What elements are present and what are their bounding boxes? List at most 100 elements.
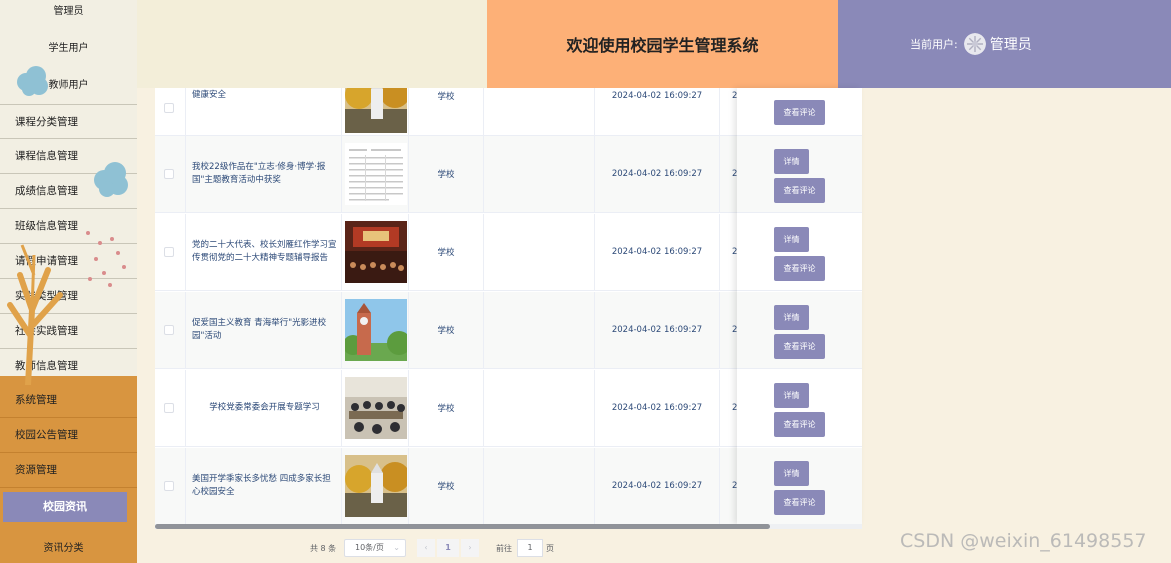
sidebar-item-grade-info[interactable]: 成绩信息管理 [0, 174, 137, 209]
sidebar-sub-admin[interactable]: 管理员 [0, 2, 137, 17]
news-category: 学校 [437, 170, 455, 180]
time-cell: 2024-04-02 16:09:27 [595, 214, 720, 290]
view-comments-button[interactable]: 查看评论 [774, 490, 825, 515]
clock-tower-photo-icon [345, 299, 407, 361]
pagination: 共 8 条 10条/页 ⌄ ‹ 1 › 前往 1 页 [155, 537, 862, 559]
view-comments-button[interactable]: 查看评论 [774, 334, 825, 359]
current-user-name[interactable]: 管理员 [990, 34, 1032, 54]
row-checkbox[interactable] [164, 247, 174, 257]
time-cell: 2024-04-02 16:09:27 [595, 292, 720, 368]
category-cell: 学校 [409, 448, 484, 524]
chevron-down-icon: ⌄ [393, 543, 400, 552]
title-cell: 美国开学季家长多忧愁 四成多家长担心校园安全 [186, 448, 342, 524]
sidebar-sub-campus-news[interactable]: 校园资讯 [3, 492, 127, 522]
sidebar-sub-news-category[interactable]: 资讯分类 [0, 539, 127, 554]
title-cell: 北京北华校园疫情防控 全力守护师生健康安全 [186, 88, 342, 135]
goto-label: 前往 [496, 544, 512, 553]
operation-cell: 查看评论 [737, 88, 862, 136]
image-cell [342, 292, 409, 368]
row-checkbox-cell [155, 136, 186, 212]
operation-cell: 详情 查看评论 [737, 292, 862, 369]
sidebar-item-class-info[interactable]: 班级信息管理 [0, 209, 137, 244]
row-checkbox-cell [155, 292, 186, 368]
time-cell: 2024-04-02 16:09:27 [595, 88, 720, 135]
csdn-watermark: CSDN @weixin_61498557 [900, 530, 1147, 552]
prev-page-button[interactable]: ‹ [417, 539, 435, 557]
news-time: 2024-04-02 16:09:27 [611, 247, 703, 257]
title-cell: 促爱国主义教育 青海举行"光影进校园"活动 [186, 292, 342, 368]
operation-cell: 详情 查看评论 [737, 448, 862, 524]
image-cell [342, 448, 409, 524]
news-time: 2024-04-02 16:09:27 [611, 91, 703, 101]
empty-cell [484, 370, 595, 446]
sidebar-item-teacher-info[interactable]: 教师信息管理 [0, 349, 137, 384]
detail-button[interactable]: 详情 [774, 461, 809, 486]
sidebar-item-social-practice[interactable]: 社会实践管理 [0, 314, 137, 349]
news-title: 北京北华校园疫情防控 全力守护师生健康安全 [192, 90, 227, 100]
sidebar-item-leave-request[interactable]: 请假申请管理 [0, 244, 137, 279]
image-cell [342, 136, 409, 212]
row-checkbox[interactable] [164, 102, 174, 113]
view-comments-button[interactable]: 查看评论 [774, 178, 825, 203]
news-title: 美国开学季家长多忧愁 四成多家长担心校园安全 [192, 474, 331, 497]
title-cell: 我校22级作品在"立志·修身·博学·报国"主题教育活动中获奖 [186, 136, 342, 212]
row-checkbox[interactable] [164, 481, 174, 491]
row-checkbox[interactable] [164, 403, 174, 413]
page-number-current[interactable]: 1 [437, 539, 459, 557]
view-comments-button[interactable]: 查看评论 [774, 412, 825, 437]
page-size-select[interactable]: 10条/页 ⌄ [344, 539, 406, 557]
news-title: 学校党委常委会开展专题学习 [209, 402, 320, 413]
time-cell: 2024-04-02 16:09:27 [595, 136, 720, 212]
title-cell: 党的二十大代表、校长刘雁红作学习宣传贯彻党的二十大精神专题辅导报告 [186, 214, 342, 290]
horizontal-scrollbar[interactable] [155, 524, 862, 529]
page-suffix-label: 页 [546, 544, 554, 553]
news-category: 学校 [437, 326, 455, 336]
category-cell: 学校 [409, 214, 484, 290]
goto-page-input[interactable]: 1 [517, 539, 543, 557]
row-checkbox-cell [155, 370, 186, 446]
detail-button[interactable]: 详情 [774, 305, 809, 330]
avatar-icon[interactable] [963, 33, 986, 55]
detail-button[interactable]: 详情 [774, 227, 809, 252]
row-checkbox[interactable] [164, 325, 174, 335]
auditorium-lecture-photo-icon [345, 221, 407, 283]
sidebar-sub-teacher-user[interactable]: 教师用户 [0, 76, 137, 91]
image-cell [342, 88, 409, 135]
current-user-label: 当前用户: [910, 38, 958, 51]
header-user-panel: 当前用户: 管理员 [838, 0, 1171, 88]
category-cell: 学校 [409, 136, 484, 212]
image-cell [342, 370, 409, 446]
empty-cell [484, 136, 595, 212]
header-left-panel [137, 0, 487, 88]
sidebar-sub-student-user[interactable]: 学生用户 [0, 39, 137, 54]
news-time: 2024-04-02 16:09:27 [611, 169, 703, 179]
news-title: 我校22级作品在"立志·修身·博学·报国"主题教育活动中获奖 [192, 162, 326, 185]
news-category: 学校 [437, 248, 455, 258]
news-category: 学校 [437, 482, 455, 492]
campus-autumn-photo-icon [345, 88, 407, 133]
category-cell: 学校 [409, 292, 484, 368]
empty-cell [484, 448, 595, 524]
sidebar-item-course-category[interactable]: 课程分类管理 [0, 104, 137, 139]
detail-button[interactable]: 详情 [774, 149, 809, 174]
sidebar-item-course-info[interactable]: 课程信息管理 [0, 139, 137, 174]
news-category: 学校 [437, 404, 455, 414]
news-time: 2024-04-02 16:09:27 [611, 403, 703, 413]
view-comments-button[interactable]: 查看评论 [774, 256, 825, 281]
operation-column: 查看评论 详情 查看评论 详情 查看评论 详情 查看评论 详情 查看评论 详情 … [737, 88, 862, 524]
news-time: 2024-04-02 16:09:27 [611, 325, 703, 335]
next-page-button[interactable]: › [461, 539, 479, 557]
title-cell: 学校党委常委会开展专题学习 [186, 370, 342, 446]
news-title: 促爱国主义教育 青海举行"光影进校园"活动 [192, 318, 327, 341]
detail-button[interactable]: 详情 [774, 383, 809, 408]
sidebar-item-resources[interactable]: 资源管理 [0, 453, 137, 488]
view-comments-button[interactable]: 查看评论 [774, 100, 825, 125]
sidebar-item-system[interactable]: 系统管理 [0, 383, 137, 418]
row-checkbox[interactable] [164, 169, 174, 179]
sidebar-item-announcement[interactable]: 校园公告管理 [0, 418, 137, 453]
time-cell: 2024-04-02 16:09:27 [595, 448, 720, 524]
sidebar-item-practice-type[interactable]: 实践类型管理 [0, 279, 137, 314]
row-checkbox-cell [155, 448, 186, 524]
operation-cell: 详情 查看评论 [737, 214, 862, 291]
scrollbar-thumb[interactable] [155, 524, 770, 529]
